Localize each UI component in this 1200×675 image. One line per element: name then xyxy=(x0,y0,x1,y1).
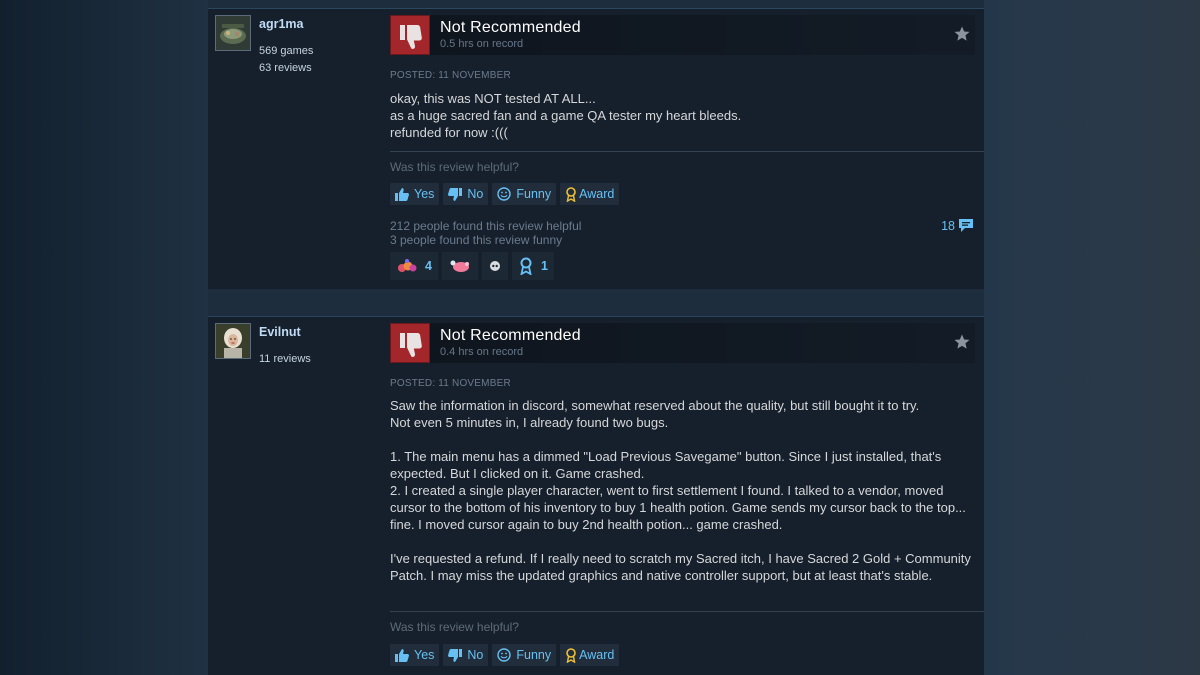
review-card: agr1ma 569 games 63 reviews Not Recommen… xyxy=(208,8,984,289)
review-verdict-banner[interactable]: Not Recommended 0.4 hrs on record xyxy=(390,323,975,363)
thumbs-down-icon xyxy=(390,15,430,55)
vote-yes-button[interactable]: Yes xyxy=(390,183,440,205)
award-ribbon-icon xyxy=(566,186,576,202)
comment-bubble-icon xyxy=(959,219,973,232)
user-avatar[interactable] xyxy=(215,15,251,51)
hours-on-record: 0.4 hrs on record xyxy=(440,346,524,358)
helpful-divider xyxy=(390,151,984,152)
award-button[interactable]: Award xyxy=(560,644,620,666)
received-awards: 4 1 xyxy=(390,252,554,280)
vote-no-button[interactable]: No xyxy=(443,644,489,666)
award-chip[interactable]: 1 xyxy=(511,252,554,280)
review-body: okay, this was NOT tested AT ALL... as a… xyxy=(390,90,980,141)
award-ribbon-icon xyxy=(566,647,576,663)
author-name[interactable]: Evilnut xyxy=(259,325,301,339)
hours-on-record: 0.5 hrs on record xyxy=(440,38,524,50)
award-label: Award xyxy=(579,648,615,662)
award-label: Award xyxy=(579,187,615,201)
card-divider xyxy=(208,8,984,9)
vote-funny-button[interactable]: Funny xyxy=(492,644,557,666)
vote-funny-label: Funny xyxy=(516,648,552,662)
star-icon[interactable] xyxy=(953,25,971,43)
review-card: Evilnut 11 reviews Not Recommended 0.4 h… xyxy=(208,316,984,675)
vote-funny-button[interactable]: Funny xyxy=(492,183,557,205)
vote-yes-label: Yes xyxy=(414,648,435,662)
thumbs-up-icon xyxy=(395,187,409,201)
heart-award-icon xyxy=(450,260,469,272)
verdict-title: Not Recommended xyxy=(440,19,581,36)
thumbs-down-icon xyxy=(390,323,430,363)
author-name[interactable]: agr1ma xyxy=(259,17,303,31)
smiley-icon xyxy=(497,648,512,662)
award-chip[interactable] xyxy=(481,252,508,280)
card-divider xyxy=(208,316,984,317)
vote-no-label: No xyxy=(467,187,484,201)
verdict-title: Not Recommended xyxy=(440,327,581,344)
award-count: 1 xyxy=(540,259,548,273)
candy-award-icon xyxy=(398,259,417,272)
posted-date: POSTED: 11 NOVEMBER xyxy=(390,378,511,389)
thumbs-down-icon xyxy=(448,648,463,662)
reviews-column: agr1ma 569 games 63 reviews Not Recommen… xyxy=(208,0,984,675)
vote-buttons: Yes No Funny Award xyxy=(390,644,620,666)
comment-count: 18 xyxy=(941,218,955,233)
vote-buttons: Yes No Funny Award xyxy=(390,183,620,205)
page-background-right xyxy=(984,0,1200,675)
user-avatar[interactable] xyxy=(215,323,251,359)
review-body: Saw the information in discord, somewhat… xyxy=(390,397,980,584)
review-text: Saw the information in discord, somewhat… xyxy=(390,398,971,583)
helpful-question: Was this review helpful? xyxy=(390,160,519,174)
eye-award-icon xyxy=(489,261,500,271)
helpful-divider xyxy=(390,611,984,612)
vote-no-label: No xyxy=(467,648,484,662)
smiley-icon xyxy=(497,187,512,201)
review-verdict-banner[interactable]: Not Recommended 0.5 hrs on record xyxy=(390,15,975,55)
helpful-question: Was this review helpful? xyxy=(390,620,519,634)
posted-date: POSTED: 11 NOVEMBER xyxy=(390,70,511,81)
vote-yes-button[interactable]: Yes xyxy=(390,644,440,666)
found-funny-text: 3 people found this review funny xyxy=(390,233,563,247)
vote-funny-label: Funny xyxy=(516,187,552,201)
author-reviews-count[interactable]: 63 reviews xyxy=(259,62,312,74)
star-icon[interactable] xyxy=(953,333,971,351)
thumbs-down-icon xyxy=(448,187,463,201)
award-count: 4 xyxy=(425,259,432,273)
review-text: okay, this was NOT tested AT ALL... as a… xyxy=(390,91,742,140)
page-background-left xyxy=(0,0,208,675)
award-chip[interactable] xyxy=(441,252,478,280)
vote-no-button[interactable]: No xyxy=(443,183,489,205)
award-button[interactable]: Award xyxy=(560,183,620,205)
found-helpful-text: 212 people found this review helpful xyxy=(390,219,582,233)
vote-yes-label: Yes xyxy=(414,187,435,201)
author-games-count[interactable]: 569 games xyxy=(259,45,313,57)
comments-link[interactable]: 18 xyxy=(941,218,974,233)
award-chip[interactable]: 4 xyxy=(390,252,438,280)
ribbon-award-icon xyxy=(520,257,532,275)
author-reviews-count[interactable]: 11 reviews xyxy=(259,353,311,365)
thumbs-up-icon xyxy=(395,648,409,662)
